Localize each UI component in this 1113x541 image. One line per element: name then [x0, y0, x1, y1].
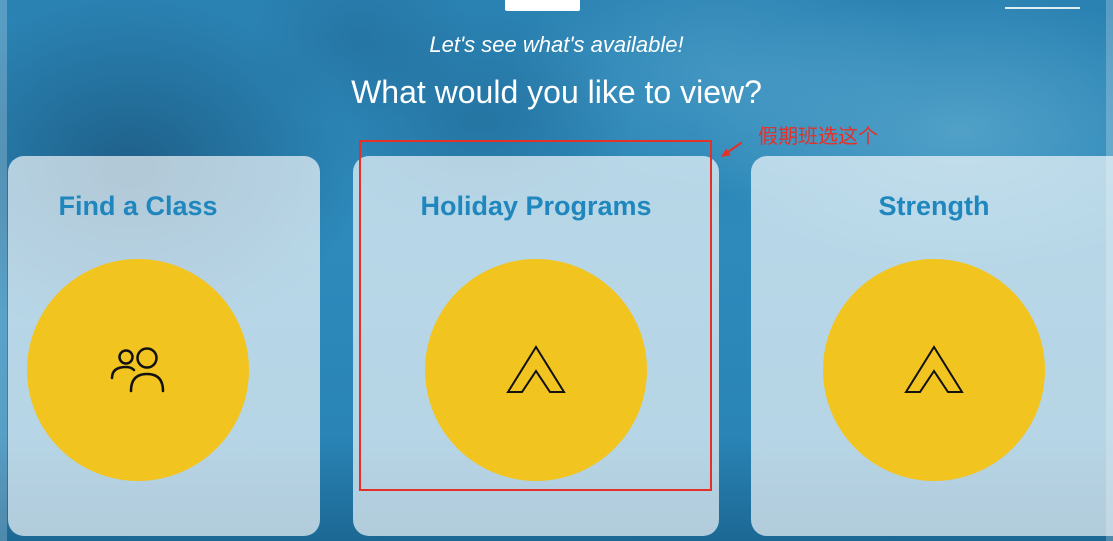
- card-title: Find a Class: [58, 191, 218, 221]
- people-icon: [110, 347, 165, 393]
- card-title: Strength: [878, 191, 990, 221]
- annotation-highlight-box: [359, 140, 712, 491]
- find-a-class-button[interactable]: [27, 259, 249, 481]
- red-arrow-icon: [721, 141, 743, 157]
- option-card-strength[interactable]: Strength: [751, 156, 1113, 536]
- annotation-note: 假期班选这个: [758, 126, 878, 148]
- top-link-underline[interactable]: [1005, 7, 1080, 9]
- strength-button[interactable]: [823, 259, 1045, 481]
- page-title: What would you like to view?: [351, 74, 762, 110]
- top-tab[interactable]: [505, 0, 580, 11]
- page-subtitle: Let's see what's available!: [429, 32, 684, 57]
- option-card-find-a-class[interactable]: Find a Class: [8, 156, 320, 536]
- tent-icon: [904, 345, 964, 393]
- options-page: Let's see what's available! What would y…: [0, 0, 1113, 541]
